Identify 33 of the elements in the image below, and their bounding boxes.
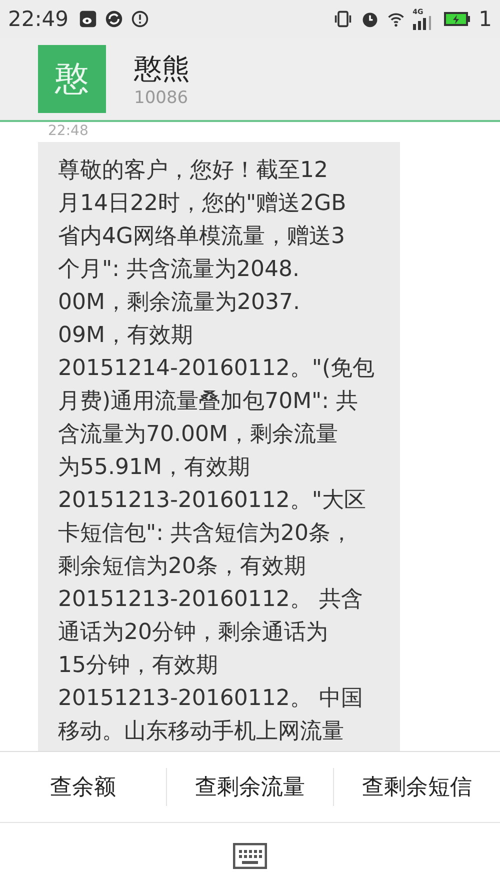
message-line: 含流量为70.00M，剩余流量 (58, 421, 338, 449)
wifi-icon (386, 10, 405, 28)
message-line: 20151213-20160112。"大区 (58, 487, 366, 515)
quick-reply-button[interactable]: 查余额 (0, 764, 166, 810)
quick-reply-button[interactable]: 查剩余流量 (167, 764, 333, 810)
message-line: 为55.91M，有效期 (58, 454, 250, 482)
message-line: 尊敬的客户，您好！截至12 (58, 157, 328, 185)
alert-icon (130, 10, 149, 28)
alarm-icon (360, 10, 379, 28)
battery-charging-icon (442, 11, 471, 27)
message-line: 通话为20分钟，剩余通话为 (58, 619, 328, 647)
keyboard-icon[interactable] (233, 843, 267, 869)
message-line: 卡短信包": 共含短信为20条， (58, 520, 353, 548)
message-line: 20151213-20160112。 中国 (58, 685, 363, 713)
message-time: 22:48 (48, 123, 88, 139)
message-line: 个月": 共含流量为2048. (58, 256, 300, 284)
battery-level-text: 1 (478, 7, 492, 31)
message-line: 移动。山东移动手机上网流量 (58, 718, 344, 746)
message-line: 20151214-20160112。"(免包 (58, 355, 375, 383)
message-line: 00M，剩余流量为2037. (58, 289, 300, 317)
contact-name: 憨熊 (134, 51, 190, 87)
message-line: 09M，有效期 (58, 322, 193, 350)
message-line: 月14日22时，您的"赠送2GB (58, 190, 346, 218)
message-line: 省内4G网络单模流量，赠送3 (58, 223, 346, 251)
vibrate-icon (332, 10, 353, 28)
status-time: 22:49 (8, 7, 69, 31)
message-line: 20151213-20160112。 共含 (58, 586, 363, 614)
message-line: 15分钟，有效期 (58, 652, 218, 680)
contact-number: 10086 (134, 88, 190, 108)
message-line: 剩余短信为20条，有效期 (58, 553, 306, 581)
sync-icon (104, 10, 123, 28)
message-line: 月费)通用流量叠加包70M": 共 (58, 388, 358, 416)
quick-reply-button[interactable]: 查剩余短信 (334, 764, 500, 810)
